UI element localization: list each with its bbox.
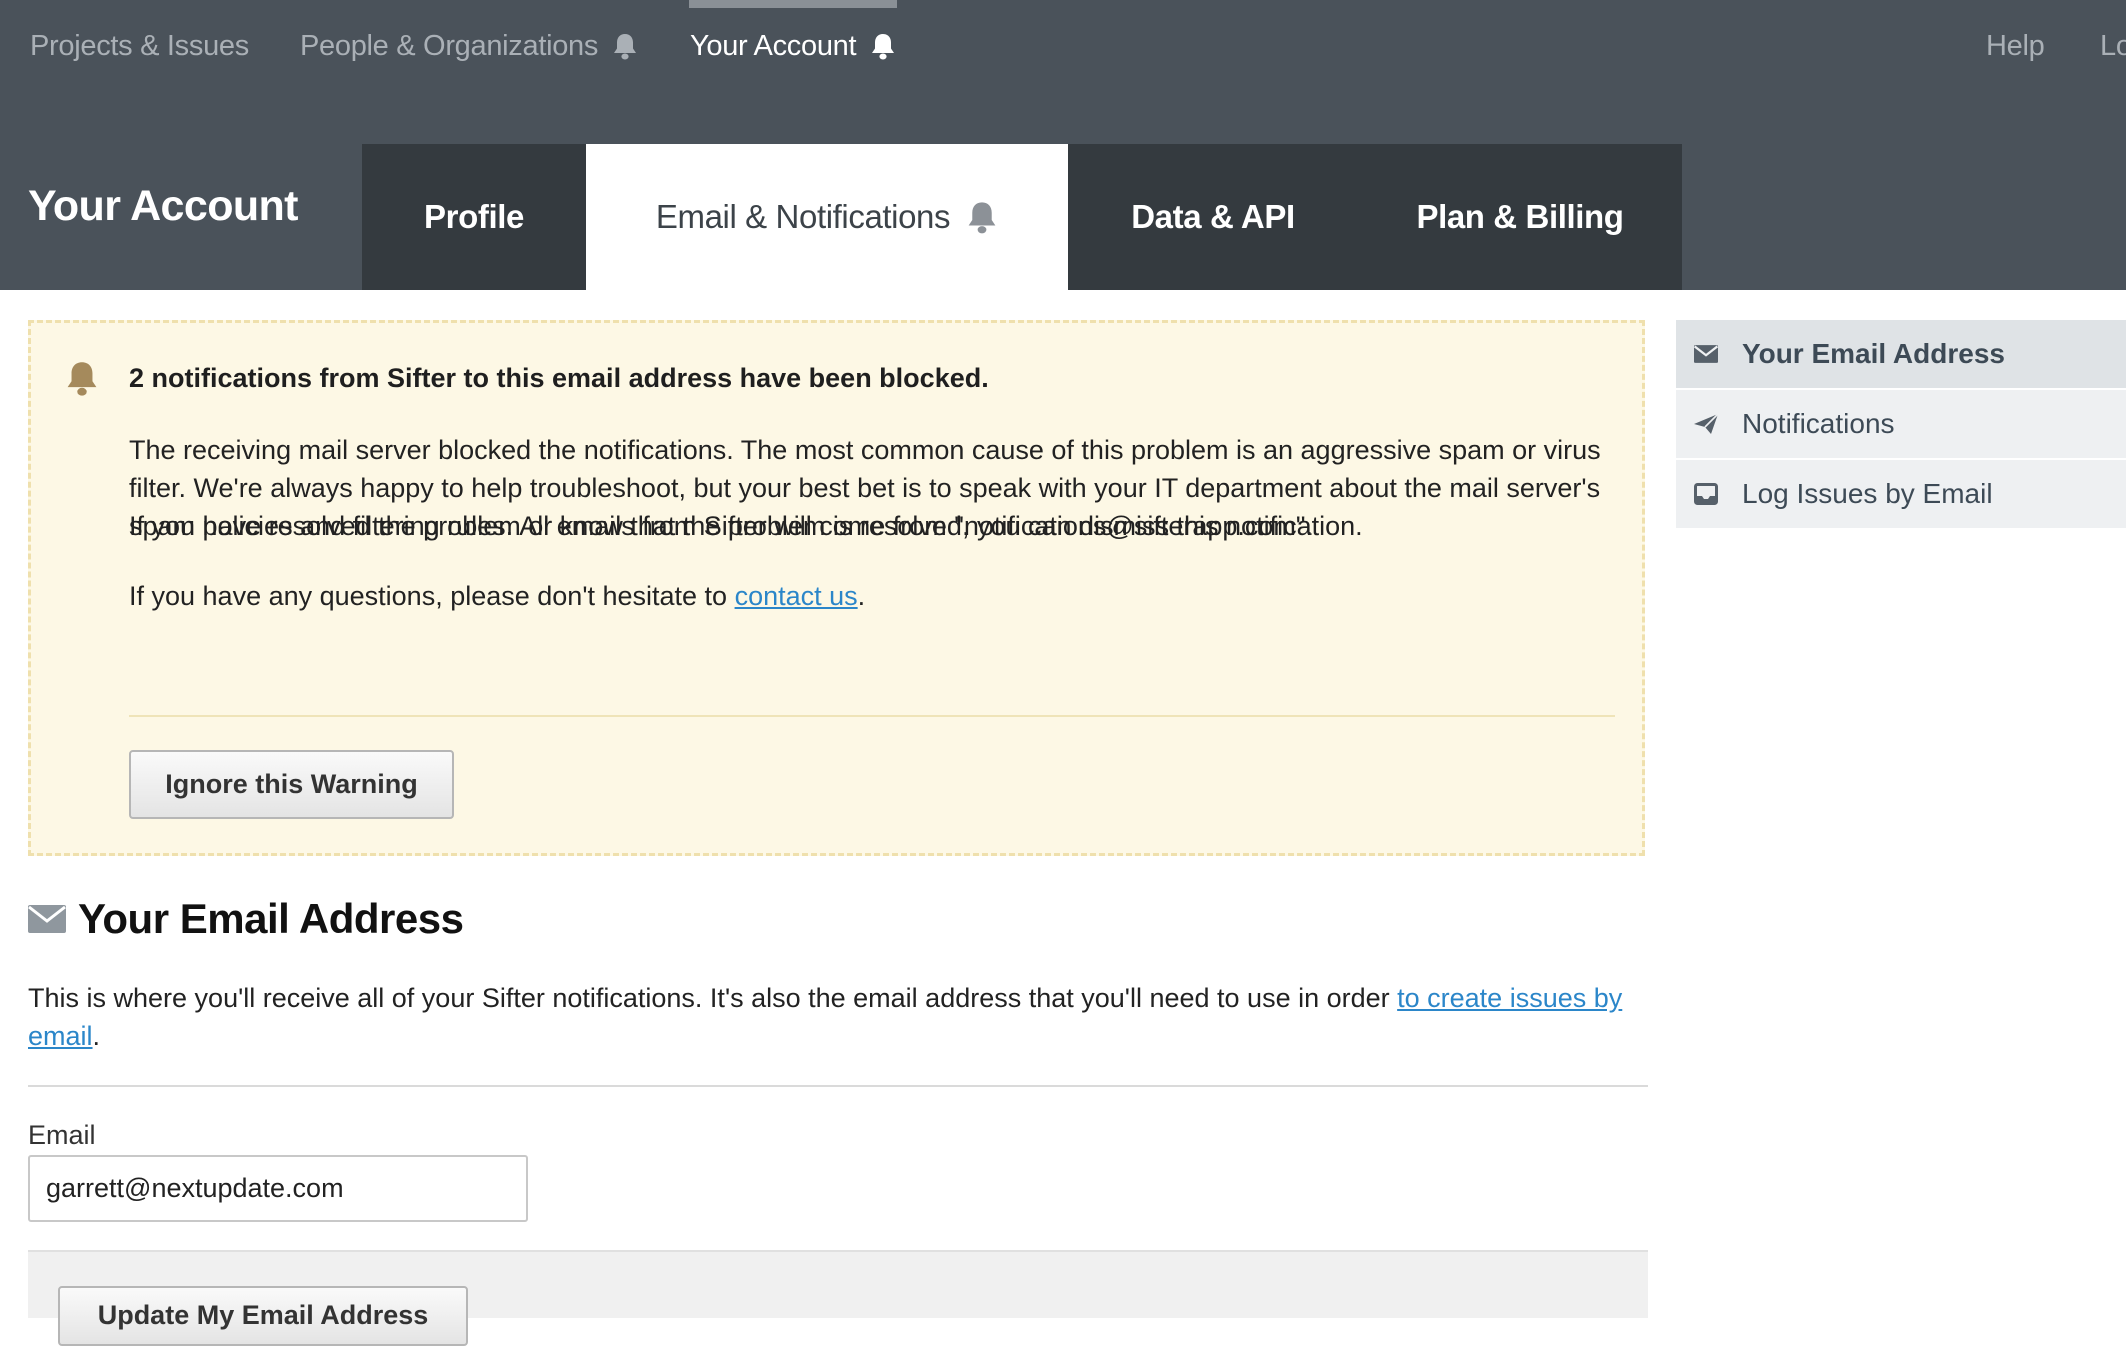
warning-paragraph: If you have any questions, please don't … [129, 577, 1629, 615]
section-title: Your Email Address [78, 895, 464, 942]
sidebar-item-log-issues-by-email[interactable]: Log Issues by Email [1676, 460, 2126, 528]
divider [28, 1085, 1648, 1087]
nav-logout-label: Lo [2100, 29, 2126, 62]
divider [129, 715, 1615, 717]
tab-profile[interactable]: Profile [362, 144, 586, 290]
form-actions: Update My Email Address [28, 1250, 1648, 1346]
nav-projects-issues[interactable]: Projects & Issues [30, 0, 249, 92]
bell-icon [870, 32, 896, 60]
tab-data-api-label: Data & API [1131, 198, 1295, 235]
envelope-icon [28, 905, 66, 933]
nav-help-label: Help [1986, 29, 2045, 62]
section-sidebar: Your Email Address Notifications Log Iss… [1676, 320, 2126, 530]
bell-icon [966, 200, 998, 234]
bell-icon [65, 359, 99, 397]
nav-people-organizations-label: People & Organizations [300, 29, 599, 62]
inbox-icon [1690, 483, 1722, 505]
tab-profile-label: Profile [424, 198, 524, 235]
contact-us-link[interactable]: contact us [735, 581, 858, 611]
warning-paragraph: If you have resolved the problem or know… [129, 511, 1363, 541]
nav-logout[interactable]: Lo [2100, 0, 2126, 92]
envelope-icon [1690, 345, 1722, 363]
nav-people-organizations[interactable]: People & Organizations [300, 0, 638, 92]
sidebar-item-label: Your Email Address [1742, 338, 2005, 369]
account-header: Projects & Issues People & Organizations… [0, 0, 2126, 290]
warning-title: 2 notifications from Sifter to this emai… [129, 363, 989, 393]
ignore-warning-button[interactable]: Ignore this Warning [129, 750, 454, 819]
bell-icon [612, 32, 638, 60]
sidebar-item-label: Notifications [1742, 408, 1895, 439]
warning-text: . [857, 581, 866, 611]
sidebar-item-your-email-address[interactable]: Your Email Address [1676, 320, 2126, 388]
page-title: Your Account [28, 182, 299, 230]
tab-email-notifications[interactable]: Email & Notifications [586, 144, 1068, 290]
nav-projects-issues-label: Projects & Issues [30, 29, 249, 62]
paper-plane-icon [1690, 413, 1722, 435]
tab-plan-billing-label: Plan & Billing [1416, 198, 1624, 235]
description-text: This is where you'll receive all of your… [28, 983, 1398, 1013]
tab-data-api[interactable]: Data & API [1068, 144, 1358, 290]
nav-your-account[interactable]: Your Account [688, 0, 898, 92]
update-email-button[interactable]: Update My Email Address [58, 1286, 468, 1346]
nav-help[interactable]: Help [1986, 0, 2045, 92]
blocked-notifications-warning: 2 notifications from Sifter to this emai… [28, 320, 1645, 856]
tab-plan-billing[interactable]: Plan & Billing [1358, 144, 1682, 290]
tab-email-notifications-label: Email & Notifications [655, 198, 951, 235]
email-section-heading: Your Email Address [28, 894, 464, 944]
warning-text: If you have any questions, please don't … [129, 581, 735, 611]
sidebar-item-label: Log Issues by Email [1742, 478, 1993, 509]
email-field[interactable] [28, 1155, 528, 1222]
nav-your-account-label: Your Account [690, 29, 857, 62]
email-field-label: Email [28, 1120, 96, 1150]
sidebar-item-notifications[interactable]: Notifications [1676, 390, 2126, 458]
description-text: . [92, 1021, 101, 1051]
email-section-description: This is where you'll receive all of your… [28, 979, 1628, 1055]
